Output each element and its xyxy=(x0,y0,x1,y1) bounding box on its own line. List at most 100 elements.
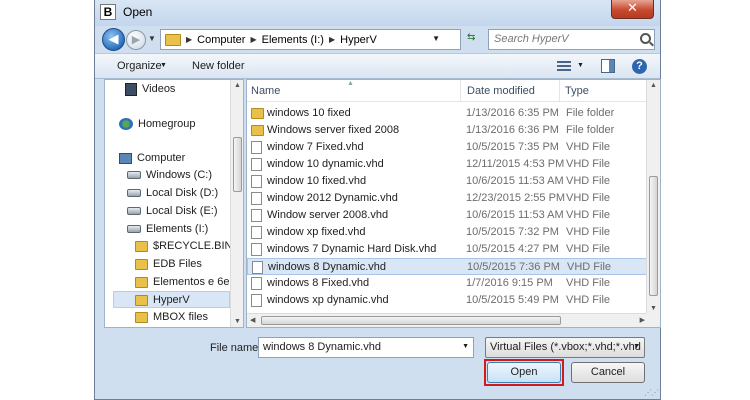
sidebar-item-local-disk-e[interactable]: Local Disk (E:) xyxy=(127,203,218,220)
file-name: window xp fixed.vhd xyxy=(267,226,366,238)
chevron-right-icon[interactable]: ▶ xyxy=(329,35,335,44)
column-header-date[interactable]: Date modified xyxy=(467,85,535,97)
vhd-file-icon xyxy=(251,226,262,239)
open-dialog: B Open ✕ ◀ ▶ ▼ ▶ Computer ▶ Elements (I:… xyxy=(94,0,661,400)
scroll-down-icon[interactable]: ▼ xyxy=(234,318,241,325)
vhd-file-icon xyxy=(252,261,263,274)
search-input[interactable]: Search HyperV xyxy=(488,29,655,50)
scroll-up-icon[interactable]: ▲ xyxy=(650,82,657,89)
table-row[interactable]: window 10 dynamic.vhd 12/11/2015 4:53 PM… xyxy=(247,156,647,173)
sort-ascending-icon: ▲ xyxy=(347,80,354,87)
sidebar-item-label: HyperV xyxy=(153,294,190,306)
organize-button[interactable]: Organize xyxy=(117,60,162,72)
table-row[interactable]: window 2012 Dynamic.vhd 12/23/2015 2:55 … xyxy=(247,190,647,207)
scroll-up-icon[interactable]: ▲ xyxy=(234,82,241,89)
chevron-down-icon[interactable]: ▼ xyxy=(432,34,440,43)
scroll-right-icon[interactable]: ▶ xyxy=(640,316,645,324)
table-row[interactable]: window 7 Fixed.vhd 10/5/2015 7:35 PM VHD… xyxy=(247,139,647,156)
sidebar-item-label: Homegroup xyxy=(138,118,196,130)
sidebar-item-computer[interactable]: Computer xyxy=(119,150,185,167)
cancel-button[interactable]: Cancel xyxy=(571,362,645,383)
homegroup-icon xyxy=(119,118,133,131)
file-type: File folder xyxy=(566,107,615,119)
file-type-select[interactable]: Virtual Files (*.vbox;*.vhd;*.vhd ▼ xyxy=(485,337,645,358)
scrollbar-thumb[interactable] xyxy=(233,137,242,192)
file-list-pane[interactable]: ▲ Name Date modified Type windows 10 fix… xyxy=(246,79,661,328)
forward-button[interactable]: ▶ xyxy=(126,30,146,50)
scrollbar-thumb[interactable] xyxy=(261,316,561,325)
drive-icon xyxy=(127,207,141,216)
table-row[interactable]: Windows server fixed 2008 1/13/2016 6:36… xyxy=(247,122,647,139)
recent-pages-dropdown-icon[interactable]: ▼ xyxy=(148,34,156,43)
file-date: 10/5/2015 7:35 PM xyxy=(466,141,559,153)
scroll-down-icon[interactable]: ▼ xyxy=(650,305,657,312)
file-name: window 2012 Dynamic.vhd xyxy=(267,192,398,204)
chevron-down-icon[interactable]: ▼ xyxy=(160,62,167,69)
table-row[interactable]: Window server 2008.vhd 10/6/2015 11:53 A… xyxy=(247,207,647,224)
chevron-down-icon[interactable]: ▼ xyxy=(633,343,640,350)
sidebar-item-homegroup[interactable]: Homegroup xyxy=(119,116,195,133)
column-header-name[interactable]: Name xyxy=(251,85,280,97)
file-date: 12/11/2015 4:53 PM xyxy=(466,158,565,170)
table-row-selected[interactable]: windows 8 Dynamic.vhd 10/5/2015 7:36 PM … xyxy=(247,258,647,275)
file-list-horizontal-scrollbar[interactable]: ◀ ▶ xyxy=(247,313,648,327)
table-row[interactable]: window xp fixed.vhd 10/5/2015 7:32 PM VH… xyxy=(247,224,647,241)
sidebar-item-label: $RECYCLE.BIN xyxy=(153,240,233,252)
navigation-scrollbar[interactable]: ▲ ▼ xyxy=(230,80,243,327)
file-list-vertical-scrollbar[interactable]: ▲ ▼ xyxy=(646,80,660,314)
table-row[interactable]: window 10 fixed.vhd 10/6/2015 11:53 AM V… xyxy=(247,173,647,190)
table-row[interactable]: windows 8 Fixed.vhd 1/7/2016 9:15 PM VHD… xyxy=(247,275,647,292)
chevron-right-icon[interactable]: ▶ xyxy=(250,35,256,44)
sidebar-item-elementos[interactable]: Elementos e 6e xyxy=(135,274,229,291)
sidebar-item-recycle-bin[interactable]: $RECYCLE.BIN xyxy=(135,238,232,255)
file-name: window 10 dynamic.vhd xyxy=(267,158,384,170)
table-row[interactable]: windows 7 Dynamic Hard Disk.vhd 10/5/201… xyxy=(247,241,647,258)
view-options-icon[interactable] xyxy=(557,61,571,71)
file-date: 1/7/2016 9:15 PM xyxy=(466,277,553,289)
column-divider[interactable] xyxy=(559,80,560,102)
sidebar-item-label: Windows (C:) xyxy=(146,169,213,181)
folder-icon xyxy=(135,294,148,306)
scrollbar-thumb[interactable] xyxy=(649,176,658,296)
chevron-right-icon[interactable]: ▶ xyxy=(186,35,192,44)
folder-icon xyxy=(251,108,264,119)
sidebar-item-local-disk-d[interactable]: Local Disk (D:) xyxy=(127,185,218,202)
sidebar-item-hyperv[interactable]: HyperV xyxy=(113,291,230,308)
back-button[interactable]: ◀ xyxy=(102,28,125,51)
sidebar-item-mbox-files[interactable]: MBOX files xyxy=(135,309,208,326)
scroll-left-icon[interactable]: ◀ xyxy=(250,316,255,324)
file-name-input[interactable]: windows 8 Dynamic.vhd ▼ xyxy=(258,337,474,358)
folder-icon xyxy=(135,276,148,288)
sidebar-item-edb-files[interactable]: EDB Files xyxy=(135,256,202,273)
sidebar-item-label: Elements (I:) xyxy=(146,223,209,235)
table-row[interactable]: windows xp dynamic.vhd 10/5/2015 5:49 PM… xyxy=(247,292,647,309)
file-name: window 10 fixed.vhd xyxy=(267,175,367,187)
breadcrumb-computer[interactable]: Computer xyxy=(197,34,245,46)
sidebar-item-label: Local Disk (D:) xyxy=(146,187,219,199)
scrollbar-corner xyxy=(646,313,660,327)
help-icon[interactable]: ? xyxy=(632,59,647,74)
search-icon[interactable] xyxy=(640,33,651,44)
title-bar: B Open ✕ xyxy=(95,0,660,26)
table-row[interactable]: windows 10 fixed 1/13/2016 6:35 PM File … xyxy=(247,105,647,122)
sidebar-item-windows-c[interactable]: Windows (C:) xyxy=(127,167,212,184)
navigation-pane[interactable]: Videos Homegroup Computer Windows (C:) L… xyxy=(104,79,244,328)
sidebar-item-elements-i[interactable]: Elements (I:) xyxy=(127,221,208,238)
close-button[interactable]: ✕ xyxy=(611,0,654,19)
chevron-down-icon[interactable]: ▼ xyxy=(462,343,469,350)
breadcrumb-elements[interactable]: Elements (I:) xyxy=(262,34,324,46)
resize-grip-icon[interactable]: ⋰⋰ xyxy=(644,388,659,397)
file-date: 1/13/2016 6:36 PM xyxy=(466,124,559,136)
breadcrumb-hyperv[interactable]: HyperV xyxy=(340,34,377,46)
chevron-down-icon[interactable]: ▼ xyxy=(577,62,584,69)
column-header-row: ▲ Name Date modified Type xyxy=(247,80,646,102)
open-button[interactable]: Open xyxy=(487,362,561,383)
file-date: 10/5/2015 4:27 PM xyxy=(466,243,559,255)
preview-pane-icon[interactable] xyxy=(601,59,615,73)
refresh-icon[interactable]: ⇆ xyxy=(467,32,475,43)
column-header-type[interactable]: Type xyxy=(565,85,589,97)
new-folder-button[interactable]: New folder xyxy=(192,60,245,72)
address-bar[interactable]: ▶ Computer ▶ Elements (I:) ▶ HyperV ▼ xyxy=(160,29,461,50)
column-divider[interactable] xyxy=(460,80,461,102)
sidebar-item-videos[interactable]: Videos xyxy=(125,81,175,98)
